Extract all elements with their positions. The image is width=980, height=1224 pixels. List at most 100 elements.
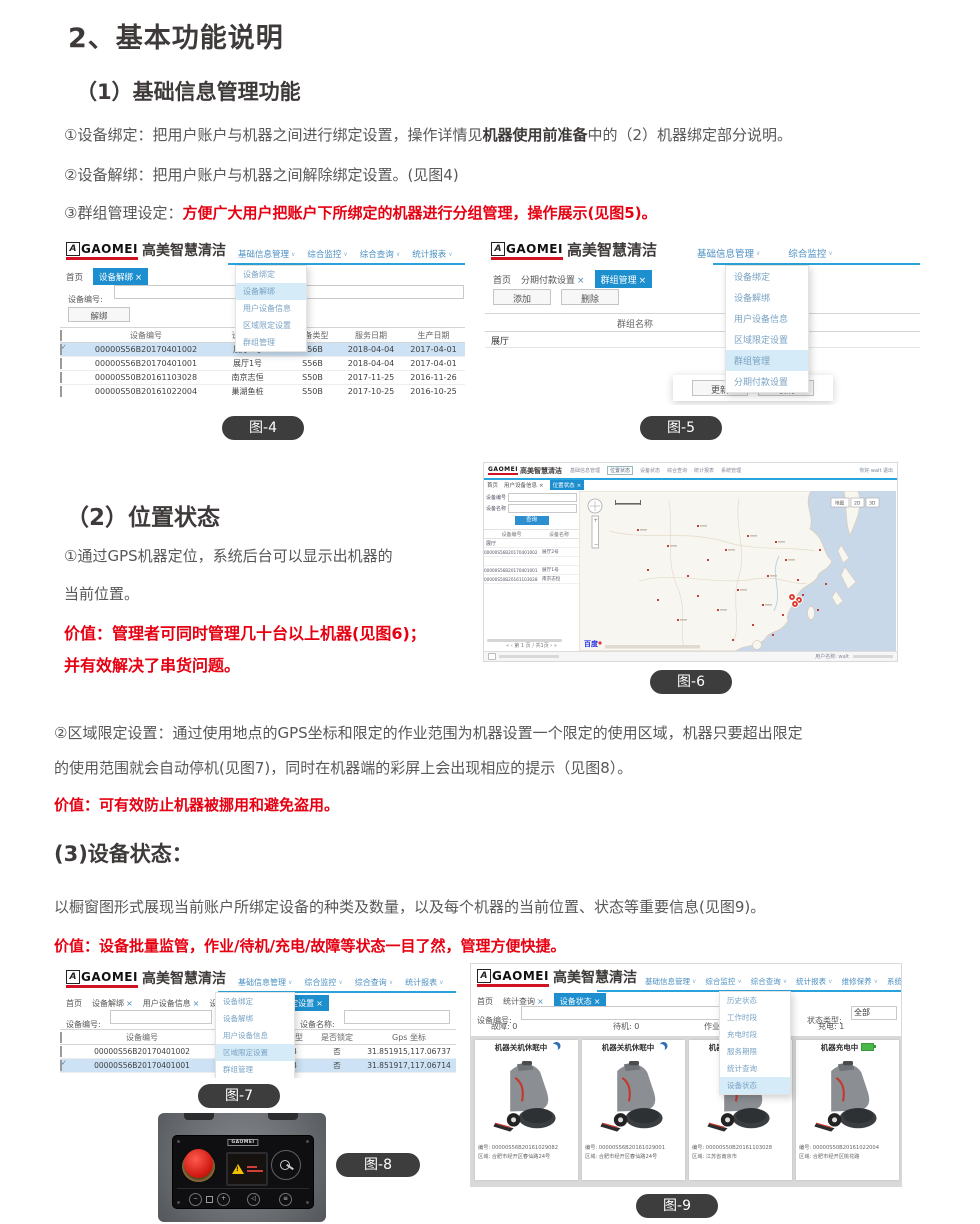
table-row[interactable]: 00000S50B20161022004 巢湖鱼桩 S50B 2017-10-2… <box>60 385 465 397</box>
table-row[interactable]: 00000S50B20161103028 南京志恒 S50B 2017-11-2… <box>60 371 465 385</box>
speed-plus-button[interactable]: + <box>217 1193 230 1206</box>
tab-home[interactable]: 首页 <box>493 273 511 286</box>
tab-home[interactable]: 首页 <box>487 481 498 489</box>
menu-item[interactable]: 工作时段 <box>720 1009 790 1026</box>
menu-item[interactable]: 设备绑定 <box>236 266 306 283</box>
horn-button[interactable]: ◁ <box>247 1193 260 1206</box>
row-checkbox[interactable] <box>60 344 62 355</box>
nav-item[interactable]: 统计报表 <box>412 248 452 260</box>
delete-button[interactable]: 删除 <box>561 289 619 305</box>
speed-minus-button[interactable]: − <box>189 1193 202 1206</box>
menu-item-active[interactable]: 区域限定设置 <box>216 1044 294 1061</box>
tab-active[interactable]: 群组管理 <box>595 270 653 288</box>
menu-item[interactable]: 区域限定设置 <box>236 317 306 334</box>
close-icon[interactable] <box>577 483 582 489</box>
squeegee-button[interactable]: ≡ <box>279 1193 292 1206</box>
query-button[interactable]: 查询 <box>515 516 549 525</box>
menu-item[interactable]: 充电时段 <box>720 1026 790 1043</box>
nav-item[interactable]: 基础信息管理 <box>697 246 760 260</box>
tab-item[interactable]: 用户设备信息 <box>504 481 544 489</box>
close-icon[interactable] <box>316 999 323 1008</box>
tab-item[interactable]: 统计查询 <box>503 996 544 1007</box>
list-item[interactable]: 00000S50B20161103028南京志恒 <box>484 575 579 584</box>
state-type-select[interactable]: 全部 <box>851 1006 897 1020</box>
close-icon[interactable] <box>577 276 585 286</box>
menu-item[interactable]: 用户设备信息 <box>216 1027 294 1044</box>
nav-item[interactable]: 维修保养 <box>842 976 878 987</box>
map-canvas[interactable]: + − 地图 2D 3D 百度 <box>579 491 896 651</box>
nav-item[interactable]: 基础信息管理 <box>238 977 292 988</box>
tab-home[interactable]: 首页 <box>66 271 83 283</box>
row-checkbox[interactable] <box>60 1060 62 1071</box>
welcome-text[interactable]: 你好 walt 退出 <box>859 467 893 474</box>
map-type-buttons[interactable]: 地图 2D 3D <box>831 498 879 507</box>
list-item[interactable]: 00000S56B20170401001展厅1号 <box>484 566 579 575</box>
menu-item[interactable]: 设备绑定 <box>726 266 808 287</box>
tab-item[interactable]: 分期付款设置 <box>521 273 585 286</box>
nav-item[interactable]: 基础信息管理 <box>570 467 600 474</box>
menu-item-active[interactable]: 设备状态 <box>720 1077 790 1094</box>
nav-item[interactable]: 设备状态 <box>640 467 660 474</box>
menu-item[interactable]: 用户设备信息 <box>726 308 808 329</box>
nav-item[interactable]: 系统管理 <box>721 467 741 474</box>
list-group-row[interactable]: 展厅 <box>484 539 579 548</box>
row-checkbox[interactable] <box>60 358 62 369</box>
menu-item[interactable]: 历史状态 <box>720 992 790 1009</box>
fig6-map[interactable]: + − 地图 2D 3D 百度 <box>579 491 897 651</box>
nav-item[interactable]: 基础信息管理 <box>645 976 696 987</box>
tab-home[interactable]: 首页 <box>477 996 493 1007</box>
menu-item[interactable]: 用户设备信息 <box>236 300 306 317</box>
menu-item[interactable]: 统计查询 <box>720 1060 790 1077</box>
menu-item[interactable]: 分期付款设置 <box>726 371 808 392</box>
tab-item[interactable]: 设备解绑 <box>92 998 133 1009</box>
tab-item[interactable]: 用户设备信息 <box>143 998 200 1009</box>
close-icon[interactable] <box>135 273 142 283</box>
tab-active[interactable]: 设备解绑 <box>93 268 148 285</box>
pagination[interactable]: « ‹ 第 1 页 / 共1页 › » <box>486 642 577 649</box>
close-icon[interactable] <box>193 999 200 1008</box>
nav-item[interactable]: 统计报表 <box>694 467 714 474</box>
nav-item[interactable]: 综合查询 <box>667 467 687 474</box>
statusbar-checkbox[interactable] <box>488 653 496 660</box>
nav-item[interactable]: 综合查询 <box>360 248 400 260</box>
close-icon[interactable] <box>639 276 647 286</box>
close-icon[interactable] <box>594 997 601 1006</box>
table-row[interactable]: 00000S56B20170401001 展厅1号 S56B 2018-04-0… <box>60 357 465 371</box>
nav-item[interactable]: 综合监控 <box>304 977 342 988</box>
tab-active[interactable]: 位置状态 <box>550 480 585 490</box>
device-id-input[interactable] <box>110 1010 212 1024</box>
device-id-input[interactable] <box>508 493 577 502</box>
menu-item[interactable]: 设备解绑 <box>726 287 808 308</box>
nav-item[interactable]: 综合查询 <box>751 976 787 987</box>
row-checkbox[interactable] <box>60 1046 62 1057</box>
nav-item[interactable]: 综合监控 <box>307 248 347 260</box>
device-card[interactable]: 机器关机休眠中 编号: 00000S56B20161029082 区域: 合肥市… <box>475 1040 578 1180</box>
menu-item[interactable]: 区域限定设置 <box>726 329 808 350</box>
add-button[interactable]: 添加 <box>493 289 551 305</box>
row-checkbox[interactable] <box>60 386 62 397</box>
unbind-button[interactable]: 解绑 <box>68 307 130 322</box>
menu-item-active[interactable]: 设备解绑 <box>236 283 306 300</box>
device-name-input[interactable] <box>508 504 577 513</box>
menu-item[interactable]: 服务期限 <box>720 1043 790 1060</box>
close-icon[interactable] <box>539 483 544 489</box>
nav-item[interactable]: 综合监控 <box>788 246 832 260</box>
select-all-checkbox[interactable] <box>60 1032 62 1043</box>
close-icon[interactable] <box>126 999 133 1008</box>
menu-item[interactable]: 设备解绑 <box>216 1010 294 1027</box>
nav-item[interactable]: 统计报表 <box>405 977 443 988</box>
device-name-input[interactable] <box>344 1010 450 1024</box>
row-checkbox[interactable] <box>60 372 62 383</box>
nav-item-active[interactable]: 位置状态 <box>607 466 633 475</box>
nav-item[interactable]: 系统管理 <box>887 976 902 987</box>
device-card[interactable]: 机器充电中 编号: 00000S50B20161022004 区域: 合肥市经开… <box>796 1040 899 1180</box>
key-switch-dial[interactable] <box>271 1150 301 1180</box>
nav-item[interactable]: 综合查询 <box>355 977 393 988</box>
menu-item[interactable]: 群组管理 <box>216 1061 294 1078</box>
menu-item-active[interactable]: 群组管理 <box>726 350 808 371</box>
nav-item[interactable]: 统计报表 <box>796 976 832 987</box>
nav-item[interactable]: 综合监控 <box>705 976 741 987</box>
list-item[interactable]: 00000S56B20170401002展厅2号 <box>484 548 579 557</box>
device-card[interactable]: 机器关机休眠中 编号: 00000S56B20161029001 区域: 合肥市… <box>582 1040 685 1180</box>
menu-item[interactable]: 设备绑定 <box>216 993 294 1010</box>
